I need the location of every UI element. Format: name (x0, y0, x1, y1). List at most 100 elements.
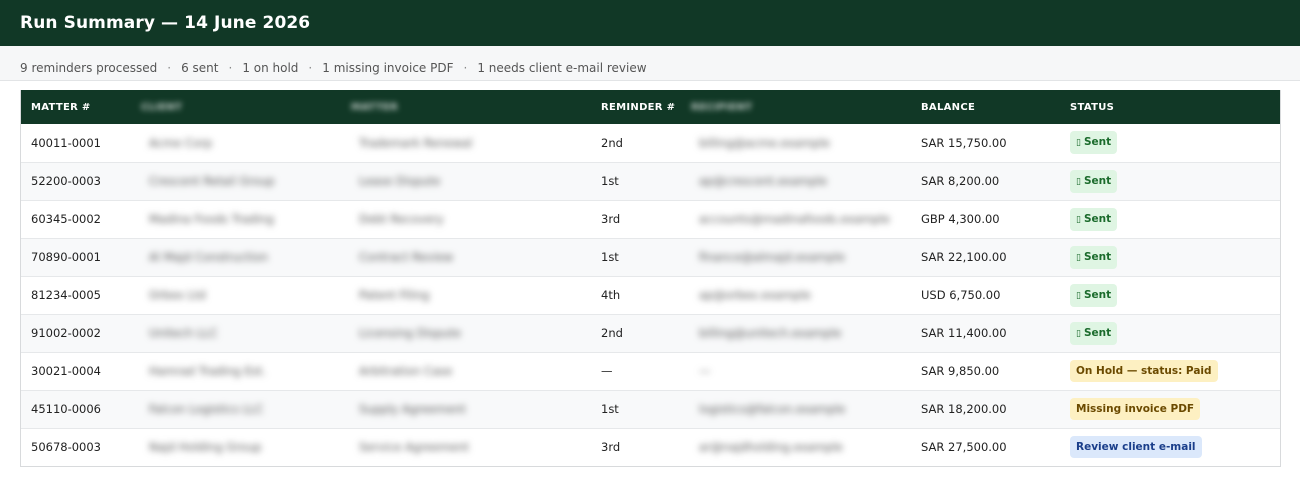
matter-number-cell: 52200-0003 (31, 174, 101, 188)
status-badge: On Hold — status: Paid (1070, 360, 1218, 382)
check-icon: ▯ (1076, 290, 1081, 301)
matter-name-cell: Service Agreement (359, 440, 470, 455)
reminder-cell: 2nd (601, 326, 623, 340)
status-cell: ▯ Sent (1060, 314, 1280, 352)
status-badge: ▯ Sent (1070, 321, 1118, 345)
column-header-recipient: RECIPIENT (691, 101, 753, 113)
page-title: Run Summary — 14 June 2026 (20, 13, 311, 33)
column-header-client: CLIENT (141, 101, 183, 113)
reminder-cell: 4th (601, 288, 621, 302)
check-icon: ▯ (1076, 328, 1081, 339)
table-header-row: MATTER # CLIENT MATTER REMINDER # RECIPI… (21, 90, 1280, 124)
table-row: 70890-0001 Al Majd Construction Contract R… (21, 238, 1280, 276)
column-header-reminder: REMINDER # (601, 101, 676, 113)
table-row: 50678-0003 Najd Holding Group Service Agre… (21, 428, 1280, 466)
reminder-cell: 3rd (601, 212, 621, 226)
status-label: Sent (1083, 326, 1112, 339)
status-label: Sent (1083, 174, 1112, 187)
matter-name-cell: Lease Dispute (359, 174, 441, 188)
status-cell: ▯ Sent (1060, 124, 1280, 162)
matter-number-cell: 81234-0005 (31, 288, 101, 302)
status-cell: ▯ Sent (1060, 238, 1280, 276)
status-badge: ▯ Sent (1070, 169, 1118, 193)
status-cell: Missing invoice PDF (1060, 390, 1280, 428)
summary-processed: 9 reminders processed (20, 61, 158, 75)
balance-cell: SAR 27,500.00 (921, 440, 1007, 455)
matter-number-cell: 91002-0002 (31, 326, 101, 340)
summary-separator: · (463, 61, 468, 75)
matter-name-cell: Debt Recovery (359, 212, 444, 226)
check-icon: ▯ (1076, 252, 1081, 263)
summary-sent: 6 sent (181, 61, 219, 75)
column-header-status: STATUS (1070, 101, 1115, 113)
status-badge: Missing invoice PDF (1070, 398, 1201, 420)
status-label: Review client e-mail (1076, 441, 1196, 454)
check-icon: ▯ (1076, 138, 1081, 149)
matter-name-cell: Licensing Dispute (359, 326, 461, 340)
client-cell: Falcon Logistics LLC (149, 402, 264, 416)
reminder-cell: — (601, 364, 613, 378)
balance-cell: SAR 8,200.00 (921, 174, 1000, 188)
table-row: 81234-0005 Orbex Ltd Patent Filing 4th ap@or… (21, 276, 1280, 314)
status-cell: Review client e-mail (1060, 428, 1280, 466)
client-cell: Orbex Ltd (149, 288, 206, 302)
client-cell: Al Majd Construction (149, 250, 269, 264)
reminder-cell: 3rd (601, 440, 621, 455)
recipient-cell: — (699, 364, 711, 378)
balance-cell: SAR 15,750.00 (921, 135, 1007, 150)
reminder-cell: 2nd (601, 135, 623, 150)
status-label: Sent (1083, 136, 1112, 149)
matter-name-cell: Supply Agreement (359, 402, 466, 416)
recipient-cell: finance@almajd.example (699, 250, 845, 264)
check-icon: ▯ (1076, 214, 1081, 225)
status-badge: ▯ Sent (1070, 283, 1118, 307)
matter-number-cell: 50678-0003 (31, 440, 101, 455)
client-cell: Najd Holding Group (149, 440, 262, 455)
reminder-cell: 1st (601, 174, 619, 188)
matter-number-cell: 70890-0001 (31, 250, 101, 264)
client-cell: Madina Foods Trading (149, 212, 274, 226)
status-cell: ▯ Sent (1060, 162, 1280, 200)
matter-name-cell: Contract Review (359, 250, 454, 264)
summary-needs-review: 1 needs client e-mail review (477, 61, 647, 75)
matter-number-cell: 45110-0006 (31, 402, 101, 416)
matter-name-cell: Trademark Renewal (359, 135, 473, 150)
balance-cell: SAR 11,400.00 (921, 326, 1007, 340)
client-cell: Crescent Retail Group (149, 174, 275, 188)
balance-cell: GBP 4,300.00 (921, 212, 1000, 226)
recipient-cell: ap@orbex.example (699, 288, 811, 302)
status-cell: ▯ Sent (1060, 276, 1280, 314)
recipient-cell: billing@acme.example (699, 135, 830, 150)
summary-line: 9 reminders processed · 6 sent · 1 on hold · 1… (20, 61, 647, 75)
summary-bar: 9 reminders processed · 6 sent · 1 on hold · 1… (0, 46, 1300, 81)
table-row: 45110-0006 Falcon Logistics LLC Supply Agr… (21, 390, 1280, 428)
title-bar: Run Summary — 14 June 2026 (0, 0, 1300, 46)
table-row: 60345-0002 Madina Foods Trading Debt Recov… (21, 200, 1280, 238)
recipient-cell: ar@najdholding.example (699, 440, 843, 455)
matter-name-cell: Patent Filing (359, 288, 430, 302)
summary-separator: · (228, 61, 233, 75)
balance-cell: SAR 22,100.00 (921, 250, 1007, 264)
balance-cell: SAR 9,850.00 (921, 364, 1000, 378)
summary-separator: · (308, 61, 313, 75)
table-row: 52200-0003 Crescent Retail Group Lease Dis… (21, 162, 1280, 200)
results-table: MATTER # CLIENT MATTER REMINDER # RECIPI… (20, 90, 1281, 467)
column-header-balance: BALANCE (921, 101, 976, 113)
matter-number-cell: 60345-0002 (31, 212, 101, 226)
column-header-matter-number: MATTER # (31, 101, 91, 113)
status-badge: ▯ Sent (1070, 207, 1118, 231)
table-row: 40011-0001 Acme Corp Trademark Renewal 2nd b… (21, 124, 1280, 162)
matter-number-cell: 30021-0004 (31, 364, 101, 378)
status-badge: Review client e-mail (1070, 436, 1202, 459)
summary-missing-pdf: 1 missing invoice PDF (322, 61, 454, 75)
client-cell: Acme Corp (149, 135, 213, 150)
client-cell: Hamrad Trading Est. (149, 364, 266, 378)
table-row: 91002-0002 Unitech LLC Licensing Dispute 2n… (21, 314, 1280, 352)
status-label: Sent (1083, 212, 1112, 225)
balance-cell: SAR 18,200.00 (921, 402, 1007, 416)
matter-name-cell: Arbitration Case (359, 364, 453, 378)
reminder-cell: 1st (601, 402, 619, 416)
reminder-cell: 1st (601, 250, 619, 264)
status-label: Sent (1083, 250, 1112, 263)
client-cell: Unitech LLC (149, 326, 218, 340)
